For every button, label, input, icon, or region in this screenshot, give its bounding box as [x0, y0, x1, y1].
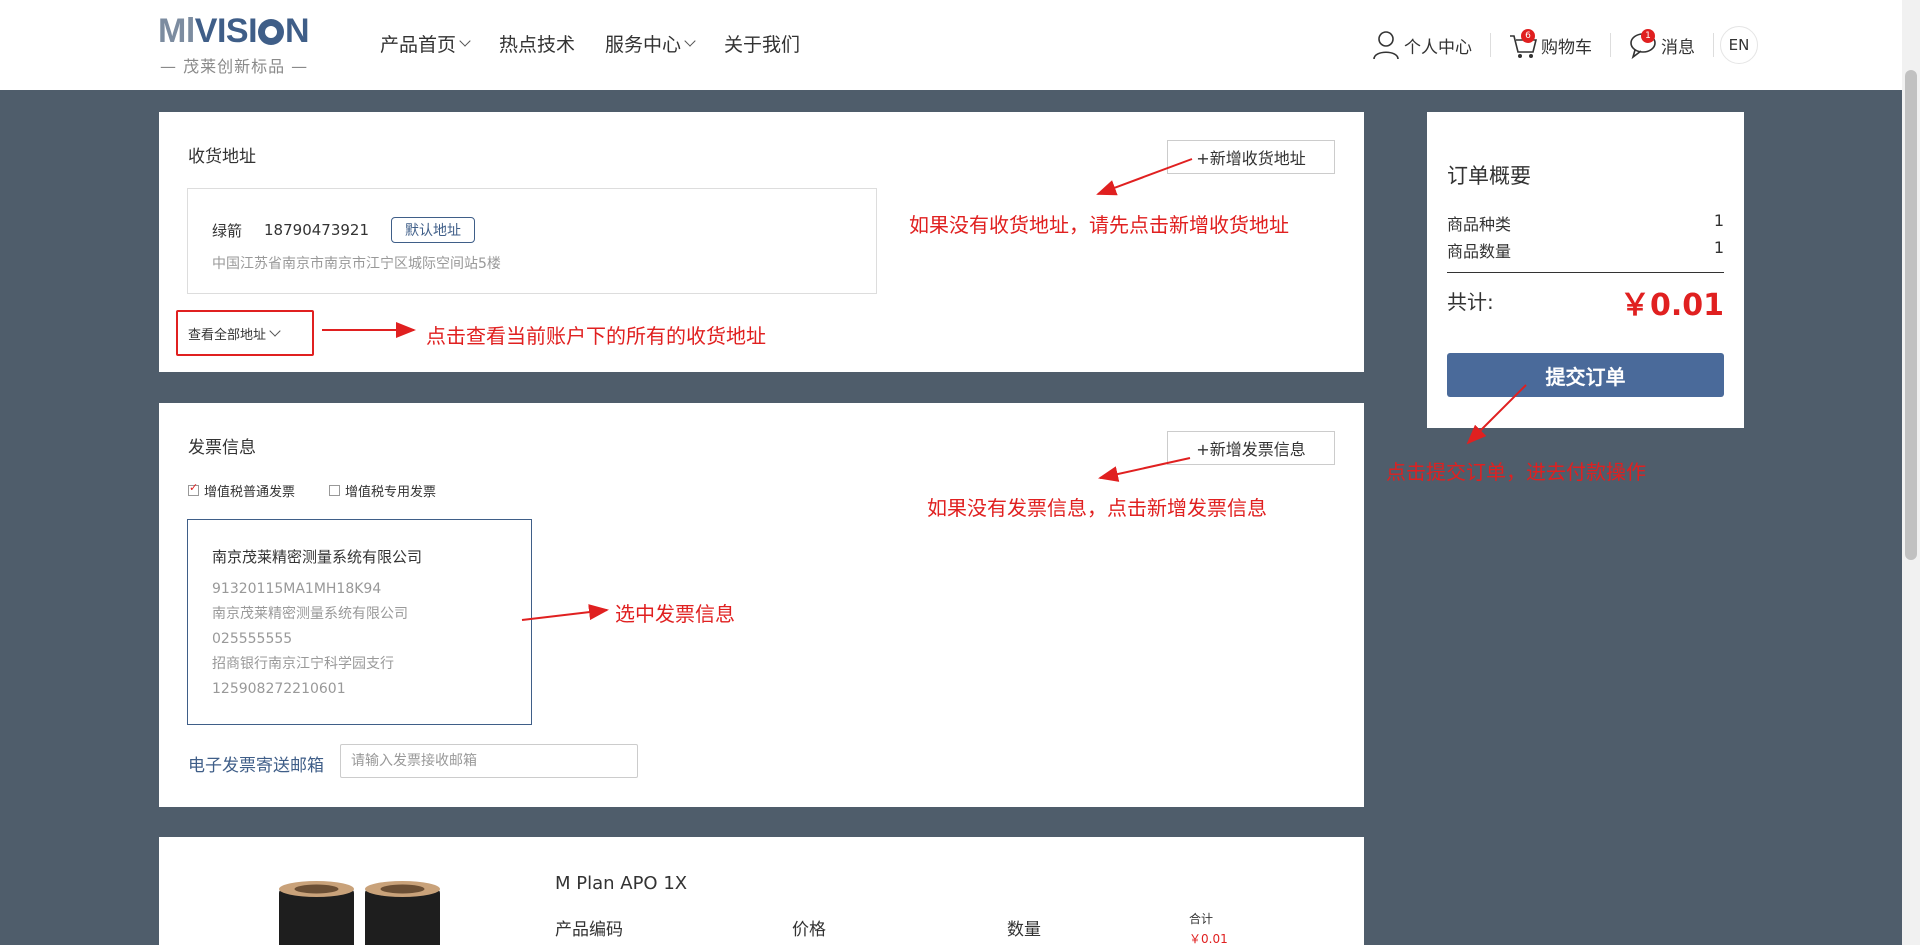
invoice-account: 125908272210601: [212, 681, 346, 697]
cart-count-badge: 6: [1521, 29, 1535, 43]
header-actions: 个人中心 6 购物车 1 消息 EN: [1354, 26, 1758, 64]
scrollbar-thumb[interactable]: [1905, 70, 1917, 560]
annotation-select-invoice: 选中发票信息: [615, 602, 735, 626]
annotation-submit: 点击提交订单，进去付款操作: [1386, 460, 1646, 484]
add-invoice-button[interactable]: +新增发票信息: [1167, 431, 1335, 465]
annotation-add-invoice: 如果没有发票信息，点击新增发票信息: [927, 496, 1267, 520]
add-address-button[interactable]: +新增收货地址: [1167, 140, 1335, 174]
message-count-badge: 1: [1641, 29, 1655, 43]
product-code-header: 产品编码: [555, 920, 623, 940]
brand-logo[interactable]: Ml VISI N — 茂莱创新标品 —: [158, 12, 326, 78]
product-qty-header: 数量: [1007, 920, 1041, 940]
messages-label: 消息: [1661, 37, 1695, 58]
summary-total-value: ￥0.01: [1619, 288, 1724, 323]
product-total-header: 合计: [1189, 912, 1214, 926]
chevron-down-icon: [684, 35, 696, 47]
top-header: Ml VISI N — 茂莱创新标品 — 产品首页 热点技术 服务中心 关于我们 个…: [0, 0, 1902, 90]
summary-title: 订单概要: [1447, 164, 1531, 188]
page-scrollbar[interactable]: [1902, 0, 1920, 945]
product-panel: M Plan APO 1X 产品编码 价格 数量 合计 ￥0.01: [159, 837, 1364, 945]
invoice-bank: 招商银行南京江宁科学园支行: [212, 656, 394, 672]
nav-service[interactable]: 服务中心: [605, 30, 696, 57]
see-all-label: 查看全部地址: [188, 327, 267, 343]
invoice-type-normal[interactable]: 增值税普通发票: [188, 481, 295, 500]
summary-divider: [1447, 272, 1724, 273]
annotation-add-address: 如果没有收货地址，请先点击新增收货地址: [909, 213, 1289, 237]
user-icon: [1373, 31, 1399, 60]
checkbox-checked-icon: [188, 481, 199, 496]
address-name: 绿箭: [212, 221, 243, 240]
invoice-card[interactable]: 南京茂莱精密测量系统有限公司 91320115MA1MH18K94 南京茂莱精密…: [187, 519, 532, 725]
invoice-address: 南京茂莱精密测量系统有限公司: [212, 606, 408, 622]
invoice-type-group: 增值税普通发票 增值税专用发票: [188, 481, 436, 500]
summary-count-value: 1: [1713, 238, 1724, 257]
annotation-see-all: 点击查看当前账户下的所有的收货地址: [426, 324, 766, 348]
submit-order-button[interactable]: 提交订单: [1447, 353, 1724, 397]
summary-kinds-value: 1: [1713, 211, 1724, 230]
language-switch[interactable]: EN: [1720, 26, 1758, 64]
address-detail: 中国江苏省南京市南京市江宁区城际空间站5楼: [212, 256, 501, 272]
invoice-type-special[interactable]: 增值税专用发票: [329, 481, 436, 500]
nav-products[interactable]: 产品首页: [380, 30, 471, 57]
invoice-panel: 发票信息 +新增发票信息 增值税普通发票 增值税专用发票 南京茂莱精密测量系统有…: [159, 403, 1364, 807]
summary-kinds-row: 商品种类 1: [1447, 211, 1724, 235]
product-image: [279, 881, 440, 945]
invoice-company: 南京茂莱精密测量系统有限公司: [212, 548, 423, 566]
see-all-addresses-link[interactable]: 查看全部地址: [176, 310, 314, 356]
product-total-value: ￥0.01: [1189, 932, 1228, 945]
address-card[interactable]: 绿箭 18790473921 默认地址 中国江苏省南京市南京市江宁区城际空间站5…: [187, 188, 877, 294]
summary-count-row: 商品数量 1: [1447, 238, 1724, 262]
default-address-badge: 默认地址: [391, 217, 475, 243]
invoice-phone: 025555555: [212, 631, 293, 647]
summary-kinds-label: 商品种类: [1447, 215, 1512, 234]
chevron-down-icon: [269, 324, 281, 337]
invoice-type-normal-label: 增值税普通发票: [204, 485, 296, 500]
summary-count-label: 商品数量: [1447, 242, 1512, 261]
logo-wordmark: Ml VISI N: [158, 12, 310, 50]
invoice-email-label: 电子发票寄送邮箱: [188, 756, 324, 776]
cart-link[interactable]: 6 购物车: [1491, 29, 1611, 58]
logo-tagline: — 茂莱创新标品 —: [160, 57, 309, 76]
nav-tech[interactable]: 热点技术: [499, 30, 575, 57]
address-title: 收货地址: [188, 147, 256, 167]
main-nav: 产品首页 热点技术 服务中心 关于我们: [380, 30, 800, 57]
profile-link[interactable]: 个人中心: [1354, 31, 1491, 60]
chevron-down-icon: [459, 35, 471, 47]
nav-about[interactable]: 关于我们: [724, 30, 800, 57]
invoice-tax-id: 91320115MA1MH18K94: [212, 581, 382, 597]
messages-link[interactable]: 1 消息: [1611, 29, 1714, 60]
summary-total-label: 共计:: [1447, 290, 1494, 314]
cart-label: 购物车: [1541, 37, 1592, 58]
invoice-type-special-label: 增值税专用发票: [345, 485, 437, 500]
invoice-email-input[interactable]: [340, 744, 638, 778]
invoice-title: 发票信息: [188, 438, 256, 458]
logo-sun-icon: [258, 18, 285, 45]
order-summary-panel: 订单概要 商品种类 1 商品数量 1 共计: ￥0.01 提交订单: [1427, 112, 1744, 428]
product-name: M Plan APO 1X: [555, 873, 688, 894]
address-phone: 18790473921: [264, 221, 369, 239]
profile-label: 个人中心: [1404, 37, 1472, 58]
checkbox-icon: [329, 485, 341, 496]
product-price-header: 价格: [792, 920, 826, 940]
